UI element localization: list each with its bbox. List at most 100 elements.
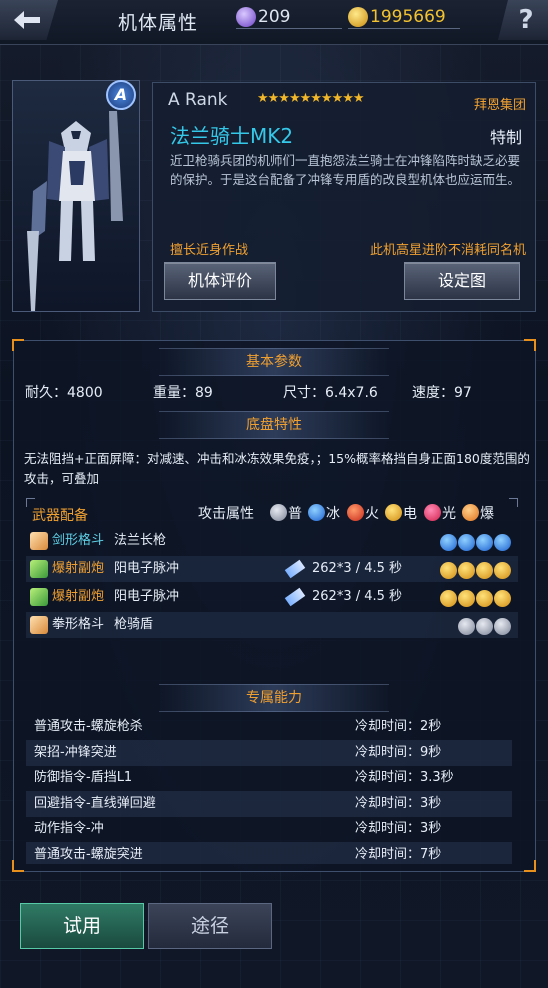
ability-name: 普通攻击-螺旋枪杀 — [34, 719, 143, 734]
normal-orb-icon — [270, 504, 287, 521]
sword-icon — [30, 532, 48, 550]
ability-row: 动作指令-冲 冷却时间：3秒 — [26, 816, 512, 842]
ability-name: 普通攻击-螺旋突进 — [34, 846, 143, 862]
electric-orb-icon — [440, 590, 457, 607]
weapons-box-corner — [509, 498, 518, 507]
ability-row: 架招-冲锋突进 冷却时间：9秒 — [26, 739, 512, 766]
mech-type: 特制 — [489, 128, 522, 147]
light-orb-icon — [424, 504, 441, 521]
normal-orb-icon — [494, 618, 511, 635]
weapons-heading: 武器配备 — [32, 508, 88, 524]
panel-corner-tl — [12, 339, 24, 351]
attr-light: 光 — [424, 503, 456, 523]
weapon-row[interactable]: 剑形格斗 法兰长枪 — [26, 528, 518, 554]
weapon-type: 拳形格斗 — [52, 617, 105, 632]
cannon-icon — [30, 560, 48, 578]
mech-portrait — [12, 80, 140, 312]
ability-name: 防御指令-盾挡L1 — [34, 770, 133, 785]
specialty-tag: 擅长近身作战 — [170, 243, 249, 258]
electric-orb-icon — [385, 504, 402, 521]
ability-cooldown: 冷却时间：3.3秒 — [355, 770, 454, 785]
mech-name: 法兰骑士MK2 — [170, 124, 294, 148]
electric-orb-icon — [440, 562, 457, 579]
corporation-label: 拜恩集团 — [473, 98, 526, 113]
ability-name: 架招-冲锋突进 — [34, 744, 117, 760]
ability-row: 回避指令-直线弹回避 冷却时间：3秒 — [26, 790, 512, 817]
weapon-row[interactable]: 爆射副炮 阳电子脉冲 262*3 / 4.5 秒 — [26, 584, 518, 610]
mech-evaluation-button[interactable]: 机体评价 — [164, 262, 276, 300]
attr-explosive: 爆 — [462, 503, 494, 523]
upgrade-note: 此机高星进阶不消耗同名机 — [369, 243, 526, 258]
chassis-feature-text: 无法阻挡+正面屏障：对减速、冲击和冰冻效果免疫，；15%概率格挡自身正面180度… — [24, 451, 530, 486]
attr-ice-label: 冰 — [326, 506, 340, 522]
weapon-attribute-orbs — [440, 588, 512, 614]
weapon-row[interactable]: 拳形格斗 枪骑盾 — [26, 612, 518, 638]
electric-orb-icon — [458, 590, 475, 607]
weapon-name: 阳电子脉冲 — [114, 589, 180, 604]
attr-ice: 冰 — [308, 503, 340, 523]
weapon-attribute-orbs — [440, 532, 512, 558]
electric-orb-icon — [476, 590, 493, 607]
cannon-icon — [30, 588, 48, 606]
ability-name: 动作指令-冲 — [34, 821, 104, 836]
ability-cooldown: 冷却时间：9秒 — [355, 744, 442, 760]
normal-orb-icon — [476, 618, 493, 635]
ice-orb-icon — [476, 534, 493, 551]
ability-name: 回避指令-直线弹回避 — [34, 795, 156, 811]
weapon-damage: 262*3 / 4.5 秒 — [284, 556, 403, 582]
back-arrow-icon — [14, 11, 40, 29]
ice-orb-icon — [458, 534, 475, 551]
electric-orb-icon — [476, 562, 493, 579]
weapon-name: 法兰长枪 — [114, 533, 167, 548]
attr-light-label: 光 — [442, 506, 456, 522]
ability-row: 防御指令-盾挡L1 冷却时间：3.3秒 — [26, 765, 512, 791]
weapon-type: 剑形格斗 — [52, 533, 105, 548]
weapon-damage-value: 262*3 / 4.5 秒 — [312, 561, 403, 576]
attr-fire-label: 火 — [365, 506, 379, 522]
weapon-damage-value: 262*3 / 4.5 秒 — [312, 589, 403, 604]
weapon-damage-icon — [284, 587, 306, 606]
design-art-button[interactable]: 设定图 — [404, 262, 520, 300]
gold-value: 1995669 — [370, 7, 446, 27]
basic-params-heading: 基本参数 — [159, 348, 389, 376]
ability-cooldown: 冷却时间：3秒 — [355, 821, 442, 836]
gold-underline — [348, 28, 460, 29]
weapon-attribute-orbs — [458, 616, 512, 642]
normal-orb-icon — [458, 618, 475, 635]
rank-badge: A — [106, 80, 136, 110]
ability-cooldown: 冷却时间：7秒 — [355, 846, 442, 862]
page-title: 机体属性 — [118, 12, 199, 34]
explosive-orb-icon — [462, 504, 479, 521]
electric-orb-icon — [494, 590, 511, 607]
attr-fire: 火 — [347, 503, 379, 523]
attr-electric-label: 电 — [403, 506, 417, 522]
panel-corner-tr — [524, 339, 536, 351]
electric-orb-icon — [494, 562, 511, 579]
weapon-type: 爆射副炮 — [52, 561, 105, 576]
mech-image — [27, 111, 123, 311]
mech-description: 近卫枪骑兵团的机师们一直抱怨法兰骑士在冲锋陷阵时缺乏必要的保护。于是这台配备了冲… — [170, 153, 521, 187]
speed-stat: 速度：97 — [412, 385, 472, 401]
try-button[interactable]: 试用 — [20, 903, 144, 949]
star-rating: ★★★★★★★★★★ — [257, 91, 365, 106]
crystal-counter: 209 — [236, 6, 290, 28]
chassis-heading: 底盘特性 — [159, 411, 389, 439]
attr-normal-label: 普 — [288, 506, 302, 522]
gold-coin-icon — [348, 7, 368, 27]
weapon-attribute-orbs — [440, 560, 512, 586]
weapon-damage-icon — [284, 559, 306, 578]
attr-explosive-label: 爆 — [480, 506, 494, 522]
weapon-row[interactable]: 爆射副炮 阳电子脉冲 262*3 / 4.5 秒 — [26, 556, 518, 582]
ice-orb-icon — [308, 504, 325, 521]
abilities-list[interactable]: 普通攻击-螺旋枪杀 冷却时间：2秒架招-冲锋突进 冷却时间：9秒防御指令-盾挡L1 冷… — [14, 714, 533, 864]
ice-orb-icon — [440, 534, 457, 551]
weapon-name: 阳电子脉冲 — [114, 561, 180, 576]
ability-cooldown: 冷却时间：3秒 — [355, 795, 442, 811]
size-stat: 尺寸：6.4x7.6 — [283, 385, 378, 401]
abilities-heading: 专属能力 — [159, 684, 389, 712]
ability-row: 普通攻击-螺旋枪杀 冷却时间：2秒 — [26, 714, 512, 740]
attack-attribute-label: 攻击属性 — [198, 506, 254, 522]
acquire-route-button[interactable]: 途径 — [148, 903, 272, 949]
rank-label: A Rank — [168, 90, 228, 110]
gold-counter: 1995669 — [348, 6, 446, 28]
